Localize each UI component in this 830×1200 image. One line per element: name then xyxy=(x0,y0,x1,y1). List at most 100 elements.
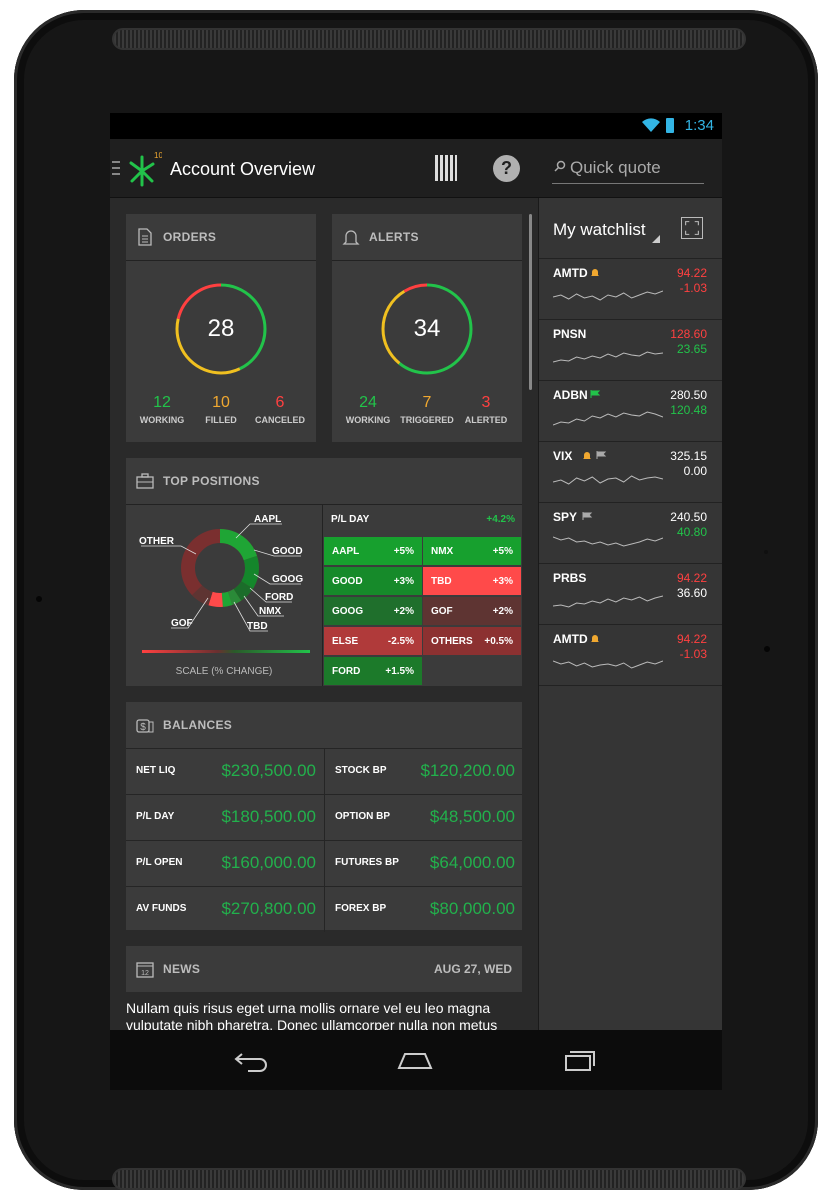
orders-card[interactable]: ORDERS 28 12 WORKING 10 FILLED 6 CANCELE… xyxy=(126,214,316,442)
system-navigation-bar xyxy=(110,1030,722,1090)
svg-text:$: $ xyxy=(140,722,146,733)
alerts-stat-working[interactable]: 24 WORKING xyxy=(335,394,401,425)
flag-icon xyxy=(596,451,607,459)
pl-cell-gof[interactable]: GOF +2% xyxy=(423,597,521,625)
watchlist-item[interactable]: AMTD 94.22 -1.03 xyxy=(539,625,722,686)
orders-stat-canceled[interactable]: 6 CANCELED xyxy=(247,394,313,425)
balance-option-bp[interactable]: OPTION BP $48,500.00 xyxy=(325,795,523,840)
watchlist-symbol: PRBS xyxy=(553,571,587,585)
watchlist-header: My watchlist xyxy=(539,198,722,259)
money-icon: $ xyxy=(136,719,154,733)
balance-row: NET LIQ $230,500.00 STOCK BP $120,200.00 xyxy=(126,748,522,794)
watchlist-symbol: SPY xyxy=(553,510,578,524)
expand-icon[interactable] xyxy=(681,217,703,239)
bell-icon xyxy=(591,269,599,276)
sensor-dot xyxy=(764,646,770,652)
status-time: 1:34 xyxy=(684,117,714,134)
balance-net-liq[interactable]: NET LIQ $230,500.00 xyxy=(126,749,325,794)
balance-pl-day[interactable]: P/L DAY $180,500.00 xyxy=(126,795,325,840)
alerts-stat-alerted[interactable]: 3 ALERTED xyxy=(453,394,519,425)
balance-pl-open[interactable]: P/L OPEN $160,000.00 xyxy=(126,841,325,886)
app-logo-icon[interactable]: 10 xyxy=(126,149,162,187)
donut-label-gof: GOF xyxy=(171,618,193,629)
pl-day-header: P/L DAY +4.2% xyxy=(331,514,515,525)
top-speaker-grille xyxy=(112,28,746,50)
watchlist-change: 120.48 xyxy=(670,403,707,417)
balance-futures-bp[interactable]: FUTURES BP $64,000.00 xyxy=(325,841,523,886)
watchlist-item[interactable]: SPY 240.50 40.80 xyxy=(539,503,722,564)
watchlist-item[interactable]: ADBN 280.50 120.48 xyxy=(539,381,722,442)
watchlist-symbol: AMTD xyxy=(553,266,588,280)
bell-icon xyxy=(342,230,360,245)
watchlist-change: -1.03 xyxy=(679,647,707,661)
watchlist-dropdown-icon[interactable] xyxy=(652,235,660,243)
pl-cell-good[interactable]: GOOD +3% xyxy=(324,567,422,595)
recent-apps-icon[interactable] xyxy=(560,1046,600,1074)
watchlist-item[interactable]: AMTD 94.22 -1.03 xyxy=(539,259,722,320)
orders-total: 28 xyxy=(207,315,235,342)
bell-icon xyxy=(591,635,599,642)
pl-cell-others[interactable]: OTHERS +0.5% xyxy=(423,627,521,655)
donut-label-aapl: AAPL xyxy=(254,514,281,525)
watchlist-title[interactable]: My watchlist xyxy=(553,220,646,240)
barcode-icon[interactable] xyxy=(435,155,457,181)
main-scrollbar[interactable] xyxy=(529,214,532,390)
alerts-card[interactable]: ALERTS 34 24 WORKING 7 TRIGGERED 3 ALERT… xyxy=(332,214,522,442)
quick-quote-input[interactable]: Quick quote xyxy=(552,155,704,184)
watchlist-panel[interactable]: My watchlist AMTD 94.22 -1.03 PNSN 128.60 23.… xyxy=(538,198,722,1030)
watchlist-symbol: ADBN xyxy=(553,388,588,402)
sparkline-icon xyxy=(553,351,663,363)
watchlist-item[interactable]: VIX 325.15 0.00 xyxy=(539,442,722,503)
back-icon[interactable] xyxy=(232,1046,272,1074)
home-icon[interactable] xyxy=(395,1046,435,1074)
news-card[interactable]: 12 NEWS AUG 27, WED xyxy=(126,946,522,992)
balances-card[interactable]: $ BALANCES NET LIQ $230,500.00 STOCK BP $1… xyxy=(126,702,523,932)
orders-card-header: ORDERS xyxy=(126,214,316,261)
balance-stock-bp[interactable]: STOCK BP $120,200.00 xyxy=(325,749,523,794)
sparkline-icon xyxy=(553,536,663,547)
top-positions-header: TOP POSITIONS xyxy=(126,458,522,505)
balance-forex-bp[interactable]: FOREX BP $80,000.00 xyxy=(325,887,523,932)
svg-text:12: 12 xyxy=(141,970,149,977)
main-content[interactable]: ORDERS 28 12 WORKING 10 FILLED 6 CANCELE… xyxy=(110,198,536,1030)
watchlist-change: 23.65 xyxy=(676,342,707,356)
scale-label: SCALE (% CHANGE) xyxy=(176,666,273,677)
news-article-text[interactable]: Nullam quis risus eget urna mollis ornar… xyxy=(126,1000,522,1030)
alerts-title: ALERTS xyxy=(369,230,419,244)
battery-icon xyxy=(666,118,674,133)
sparkline-icon xyxy=(553,290,663,301)
bottom-speaker-grille xyxy=(112,1168,746,1190)
balance-av-funds[interactable]: AV FUNDS $270,800.00 xyxy=(126,887,325,932)
action-bar: 10 Account Overview ? Quick quote xyxy=(110,139,722,198)
orders-stat-working[interactable]: 12 WORKING xyxy=(129,394,195,425)
orders-stat-filled[interactable]: 10 FILLED xyxy=(188,394,254,425)
watchlist-change: 0.00 xyxy=(683,464,707,478)
watchlist-item[interactable]: PNSN 128.60 23.65 xyxy=(539,320,722,381)
pl-cell-tbd[interactable]: TBD +3% xyxy=(423,567,521,595)
scale-gradient-bar xyxy=(142,650,310,653)
pl-cell-else[interactable]: ELSE -2.5% xyxy=(324,627,422,655)
flag-icon xyxy=(582,512,593,520)
watchlist-price: 94.22 xyxy=(676,571,707,585)
orders-gauge: 28 xyxy=(173,281,269,377)
top-positions-title: TOP POSITIONS xyxy=(163,474,260,488)
quick-quote-placeholder: Quick quote xyxy=(570,158,661,177)
watchlist-item[interactable]: PRBS 94.22 36.60 xyxy=(539,564,722,625)
orders-title: ORDERS xyxy=(163,230,217,244)
pl-cell-ford[interactable]: FORD +1.5% xyxy=(324,657,422,685)
help-button[interactable]: ? xyxy=(493,155,520,182)
alerts-stat-triggered[interactable]: 7 TRIGGERED xyxy=(394,394,460,425)
positions-donut-chart[interactable]: OTHER AAPL GOOD GOOG FORD NMX TBD GOF SC… xyxy=(126,504,322,686)
watchlist-symbol: PNSN xyxy=(553,327,587,341)
pl-heatmap: P/L DAY +4.2% AAPL +5% NMX +5% GOOD +3% TBD… xyxy=(322,504,523,686)
pl-cell-nmx[interactable]: NMX +5% xyxy=(423,537,521,565)
pl-cell-goog[interactable]: GOOG +2% xyxy=(324,597,422,625)
top-positions-card[interactable]: TOP POSITIONS OTHER AAPL GOOD GOOG FORD … xyxy=(126,458,522,686)
alerts-gauge: 34 xyxy=(379,281,475,377)
sparkline-icon xyxy=(553,475,663,485)
drawer-menu-icon[interactable] xyxy=(112,161,120,175)
pl-cell-aapl[interactable]: AAPL +5% xyxy=(324,537,422,565)
watchlist-change: -1.03 xyxy=(679,281,707,295)
watchlist-price: 325.15 xyxy=(670,449,707,463)
balance-row: P/L DAY $180,500.00 OPTION BP $48,500.00 xyxy=(126,794,522,840)
